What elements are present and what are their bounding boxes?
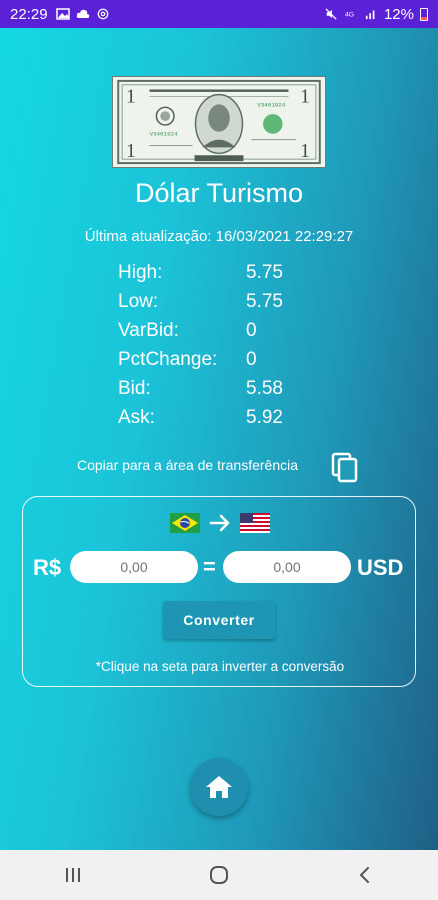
system-nav-bar	[0, 850, 438, 900]
quote-value: 0	[246, 349, 257, 370]
flags-row	[23, 512, 417, 534]
recents-icon	[66, 868, 80, 882]
home-button[interactable]	[190, 758, 248, 816]
main-screen: 1 1 1 1 V3401924 V3401924 Dólar Turismo …	[0, 28, 438, 850]
brazil-flag-icon	[170, 513, 200, 533]
svg-text:1: 1	[126, 141, 136, 162]
to-amount-input[interactable]	[223, 551, 351, 583]
swap-arrow-icon[interactable]	[208, 513, 232, 533]
quote-value: 0	[246, 320, 257, 341]
quote-value: 5.75	[246, 291, 283, 312]
copy-row: Copiar para a área de transferência	[0, 448, 438, 484]
quote-label: Low:	[118, 291, 159, 312]
recent-apps-button[interactable]	[43, 855, 103, 895]
signal-icon	[365, 10, 375, 20]
quote-value: 5.75	[246, 262, 283, 283]
from-amount-input[interactable]	[70, 551, 198, 583]
quote-label: Bid:	[118, 378, 151, 399]
from-currency-label: R$	[33, 555, 62, 580]
quote-value: 5.58	[246, 378, 283, 399]
last-update-text: Última atualização: 16/03/2021 22:29:27	[84, 228, 354, 245]
quote-label: Ask:	[118, 407, 155, 428]
mute-icon	[325, 8, 337, 20]
svg-text:1: 1	[300, 86, 310, 107]
battery-icon	[420, 7, 428, 21]
convert-button[interactable]: Converter	[163, 601, 275, 639]
at-icon	[97, 8, 108, 20]
app-title: Dólar Turismo	[134, 178, 304, 208]
quote-label: PctChange:	[118, 349, 218, 370]
quote-value: 5.92	[246, 407, 283, 428]
svg-text:1: 1	[300, 141, 310, 162]
copy-label[interactable]: Copiar para a área de transferência	[77, 457, 298, 473]
converter-card: R$ = USD Converter *Clique na seta para …	[22, 496, 416, 687]
svg-text:V3401924: V3401924	[150, 131, 179, 138]
copy-icon[interactable]	[328, 450, 362, 484]
home-nav-button[interactable]	[189, 855, 249, 895]
status-time: 22:29	[10, 5, 48, 23]
quote-label: High:	[118, 262, 163, 283]
dollar-bill-image: 1 1 1 1 V3401924 V3401924	[112, 76, 326, 168]
home-nav-icon	[210, 866, 228, 884]
gallery-icon	[55, 8, 70, 20]
invert-hint: *Clique na seta para inverter a conversã…	[95, 659, 345, 674]
to-currency-label: USD	[357, 555, 404, 580]
status-bar: 22:29 4G 12%	[0, 0, 438, 28]
cloud-icon	[76, 9, 89, 18]
data-icon: 4G	[345, 12, 354, 19]
quote-label: VarBid:	[118, 320, 179, 341]
usa-flag-icon	[240, 513, 270, 533]
equals-sign: =	[203, 554, 216, 579]
svg-text:V3401924: V3401924	[257, 101, 286, 108]
battery-percent: 12%	[383, 5, 414, 23]
svg-text:1: 1	[126, 86, 136, 107]
back-icon	[359, 867, 369, 883]
back-button[interactable]	[335, 855, 395, 895]
svg-text:4G: 4G	[345, 12, 354, 19]
home-icon	[206, 776, 232, 798]
